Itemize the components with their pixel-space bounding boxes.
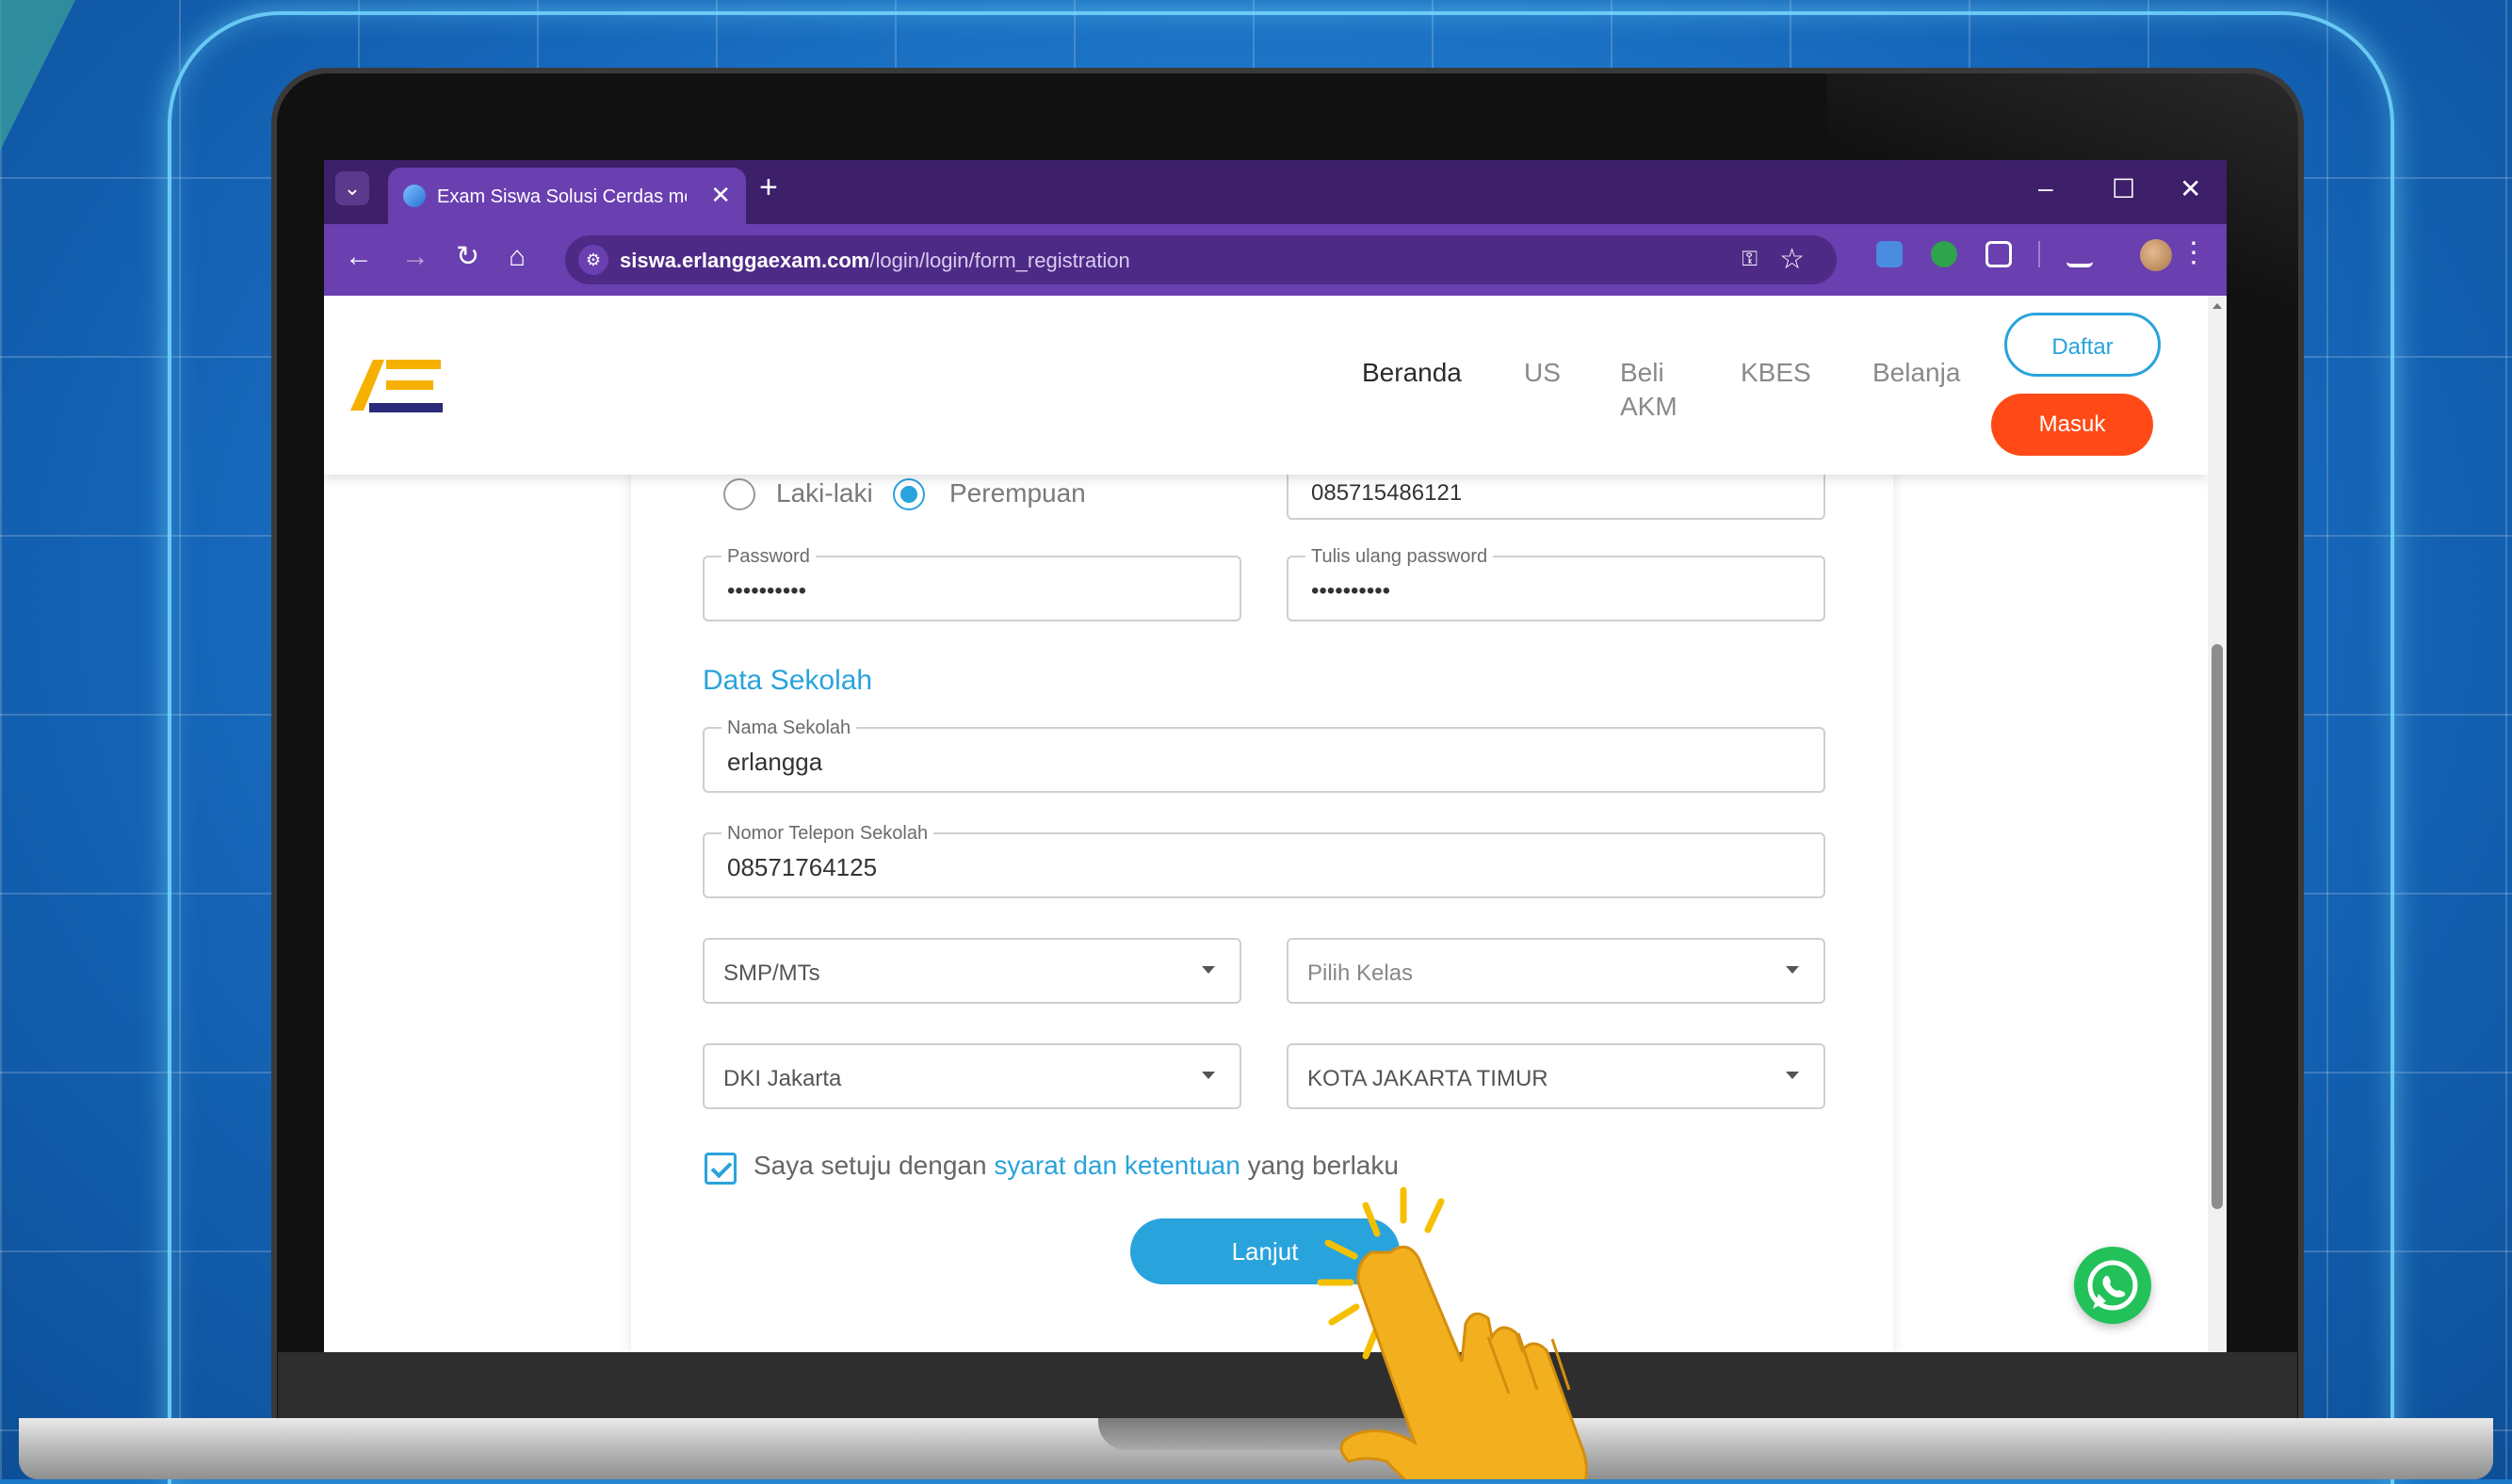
scrollbar-thumb[interactable]	[2212, 644, 2223, 1209]
omnibox[interactable]: ⚙ siswa.erlanggaexam.com/login/login/for…	[565, 235, 1837, 284]
radio-label-perempuan: Perempuan	[949, 478, 1086, 508]
city-value: KOTA JAKARTA TIMUR	[1307, 1066, 1548, 1091]
password-key-icon[interactable]: ⚿	[1742, 247, 1758, 271]
radio-laki-laki[interactable]	[723, 478, 755, 510]
city-select[interactable]: KOTA JAKARTA TIMUR	[1287, 1043, 1825, 1109]
site-header: Beranda US Beli AKM KBES Belanja Daftar M…	[324, 296, 2208, 475]
class-placeholder: Pilih Kelas	[1307, 960, 1414, 986]
radio-label-laki-laki: Laki-laki	[776, 478, 873, 508]
nav-kbes[interactable]: KBES	[1741, 356, 1811, 390]
forward-arrow-icon[interactable]: →	[401, 243, 429, 271]
password-label: Password	[721, 546, 816, 568]
address-toolbar: ← → ↻ ⌂ ⚙ siswa.erlanggaexam.com/login/l…	[324, 224, 2227, 296]
back-arrow-icon[interactable]: ←	[345, 243, 373, 271]
scroll-up-arrow-icon[interactable]	[2212, 303, 2222, 309]
background-triangle	[0, 0, 75, 151]
chevron-down-icon	[1202, 966, 1215, 974]
erlangga-logo[interactable]	[350, 352, 445, 418]
school-name-value: erlangga	[727, 748, 823, 776]
site-settings-icon[interactable]: ⚙	[578, 245, 608, 275]
laptop-chin	[278, 1352, 2297, 1420]
agree-prefix: Saya setuju dengan	[754, 1151, 987, 1180]
tab-favicon-icon	[403, 185, 426, 207]
school-section-title: Data Sekolah	[703, 665, 873, 696]
school-phone-field[interactable]: Nomor Telepon Sekolah 08571764125	[703, 823, 1825, 898]
whatsapp-icon[interactable]	[2074, 1247, 2151, 1324]
password-value: ••••••••••	[727, 578, 807, 604]
level-select[interactable]: SMP/MTs	[703, 938, 1241, 1004]
menu-kebab-icon[interactable]: ⋮	[2180, 239, 2208, 267]
repeat-password-value: ••••••••••	[1311, 578, 1391, 604]
page-scrollbar[interactable]	[2208, 296, 2227, 1352]
browser-window: ⌄ Exam Siswa Solusi Cerdas mem ✕ + – ☐ ✕…	[324, 160, 2227, 1352]
province-value: DKI Jakarta	[723, 1066, 842, 1091]
tab-search-icon[interactable]: ⌄	[335, 171, 369, 205]
masuk-button[interactable]: Masuk	[1991, 394, 2153, 456]
agree-suffix: yang berlaku	[1247, 1151, 1399, 1180]
extension-icon[interactable]	[1931, 241, 1957, 267]
phone-value: 085715486121	[1311, 480, 1463, 506]
nav-belanja[interactable]: Belanja	[1872, 356, 1960, 390]
agree-text: Saya setuju dengan syarat dan ketentuan …	[754, 1151, 1399, 1181]
toolbar-divider	[2038, 241, 2040, 267]
reload-icon[interactable]: ↻	[456, 243, 479, 271]
pointing-hand-icon	[1317, 1186, 1588, 1479]
nav-us[interactable]: US	[1524, 356, 1561, 390]
chevron-down-icon	[1786, 966, 1799, 974]
nav-beli-akm[interactable]: Beli AKM	[1620, 356, 1677, 424]
extension-icon[interactable]	[1876, 241, 1903, 267]
bookmark-star-icon[interactable]: ☆	[1779, 243, 1805, 276]
province-select[interactable]: DKI Jakarta	[703, 1043, 1241, 1109]
radio-perempuan[interactable]	[893, 478, 925, 510]
page: Beranda US Beli AKM KBES Belanja Daftar M…	[324, 296, 2227, 1352]
tab-bar: ⌄ Exam Siswa Solusi Cerdas mem ✕ + – ☐ ✕	[324, 160, 2227, 224]
school-name-label: Nama Sekolah	[721, 718, 857, 739]
profile-avatar-icon[interactable]	[2140, 239, 2172, 271]
school-name-field[interactable]: Nama Sekolah erlangga	[703, 718, 1825, 793]
password-field[interactable]: Password ••••••••••	[703, 546, 1241, 621]
reading-list-icon[interactable]	[2066, 241, 2093, 267]
repeat-password-label: Tulis ulang password	[1305, 546, 1494, 568]
maximize-icon[interactable]: ☐	[2112, 173, 2135, 204]
agree-checkbox[interactable]	[705, 1153, 737, 1185]
chevron-down-icon	[1786, 1072, 1799, 1079]
url-text[interactable]: siswa.erlanggaexam.com/login/login/form_…	[620, 249, 1130, 273]
browser-tab[interactable]: Exam Siswa Solusi Cerdas mem ✕	[388, 168, 746, 224]
nav-beranda[interactable]: Beranda	[1362, 356, 1462, 390]
window-close-icon[interactable]: ✕	[2180, 173, 2201, 204]
tab-close-icon[interactable]: ✕	[710, 181, 731, 210]
home-icon[interactable]: ⌂	[509, 243, 526, 271]
terms-link[interactable]: syarat dan ketentuan	[994, 1151, 1240, 1180]
repeat-password-field[interactable]: Tulis ulang password ••••••••••	[1287, 546, 1825, 621]
chevron-down-icon	[1202, 1072, 1215, 1079]
school-phone-label: Nomor Telepon Sekolah	[721, 823, 934, 845]
minimize-icon[interactable]: –	[2038, 173, 2053, 203]
class-select[interactable]: Pilih Kelas	[1287, 938, 1825, 1004]
new-tab-button[interactable]: +	[759, 171, 778, 203]
daftar-button[interactable]: Daftar	[2004, 313, 2161, 377]
gender-radio-group: Laki-laki Perempuan	[723, 475, 1288, 512]
tab-title: Exam Siswa Solusi Cerdas mem	[437, 186, 687, 207]
level-value: SMP/MTs	[723, 960, 820, 986]
extensions-icon[interactable]	[1985, 241, 2012, 267]
school-phone-value: 08571764125	[727, 853, 878, 881]
